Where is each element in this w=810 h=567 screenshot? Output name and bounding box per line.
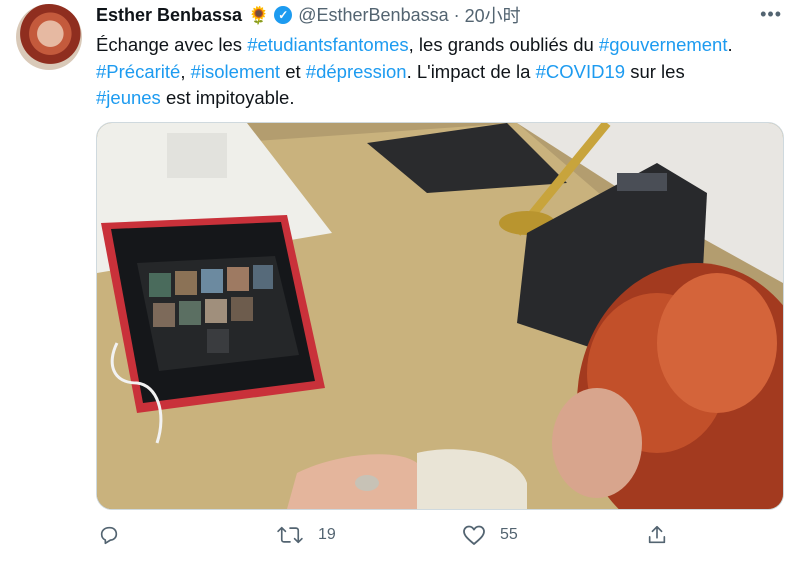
separator-dot: · (453, 4, 460, 25)
heart-icon (463, 525, 485, 545)
hashtag-link[interactable]: #COVID19 (536, 61, 625, 82)
tweet-text-line: #Précarité, #isolement et #dépression. L… (96, 59, 796, 86)
author-name[interactable]: Esther Benbassa (96, 5, 242, 26)
tweet-text-segment: . L'impact de la (406, 60, 536, 82)
photo-of-woman-on-video-call-icon (97, 123, 783, 509)
like-button[interactable]: 55 (462, 524, 518, 546)
share-icon (648, 525, 666, 544)
reply-button[interactable] (98, 524, 134, 546)
tweet-text-segment: . (727, 34, 733, 55)
verified-badge-icon: ✓ (274, 6, 293, 24)
retweet-count: 19 (318, 526, 336, 543)
tweet-timestamp[interactable]: 20小时 (465, 2, 521, 28)
tweet-text-segment: , (180, 60, 191, 82)
reply-icon (100, 526, 118, 545)
tweet-text-line: Échange avec les #etudiantsfantomes, les… (96, 32, 796, 59)
hashtag-link[interactable]: #isolement (191, 61, 280, 82)
hashtag-link[interactable]: #jeunes (96, 87, 161, 108)
tweet-photo[interactable] (96, 122, 784, 510)
sunflower-emoji: 🌻 (248, 5, 270, 25)
share-button[interactable] (646, 524, 668, 546)
retweet-button[interactable]: 19 (276, 524, 336, 546)
more-options-icon[interactable]: ••• (760, 4, 782, 25)
hashtag-link[interactable]: #etudiantsfantomes (247, 34, 408, 55)
tweet-text-line: #jeunes est impitoyable. (96, 85, 796, 112)
tweet-header: Esther Benbassa 🌻 ✓ @EstherBenbassa · 20… (96, 2, 796, 28)
like-count: 55 (500, 526, 518, 543)
tweet-text-segment: sur les (625, 60, 685, 82)
author-avatar[interactable] (16, 4, 82, 70)
tweet-text-segment: et (280, 60, 306, 82)
tweet-text: Échange avec les #etudiantsfantomes, les… (96, 32, 796, 112)
tweet-text-segment: Échange avec les (96, 34, 248, 55)
hashtag-link[interactable]: #Précarité (96, 61, 180, 82)
tweet-actions: 19 55 (96, 520, 796, 554)
retweet-icon (277, 526, 303, 544)
hashtag-link[interactable]: #dépression (306, 61, 407, 82)
tweet-text-segment: , les grands oubliés du (408, 34, 599, 55)
hashtag-link[interactable]: #gouvernement (599, 34, 728, 55)
tweet-text-segment: est impitoyable. (160, 87, 295, 108)
author-handle[interactable]: @EstherBenbassa (298, 5, 448, 26)
